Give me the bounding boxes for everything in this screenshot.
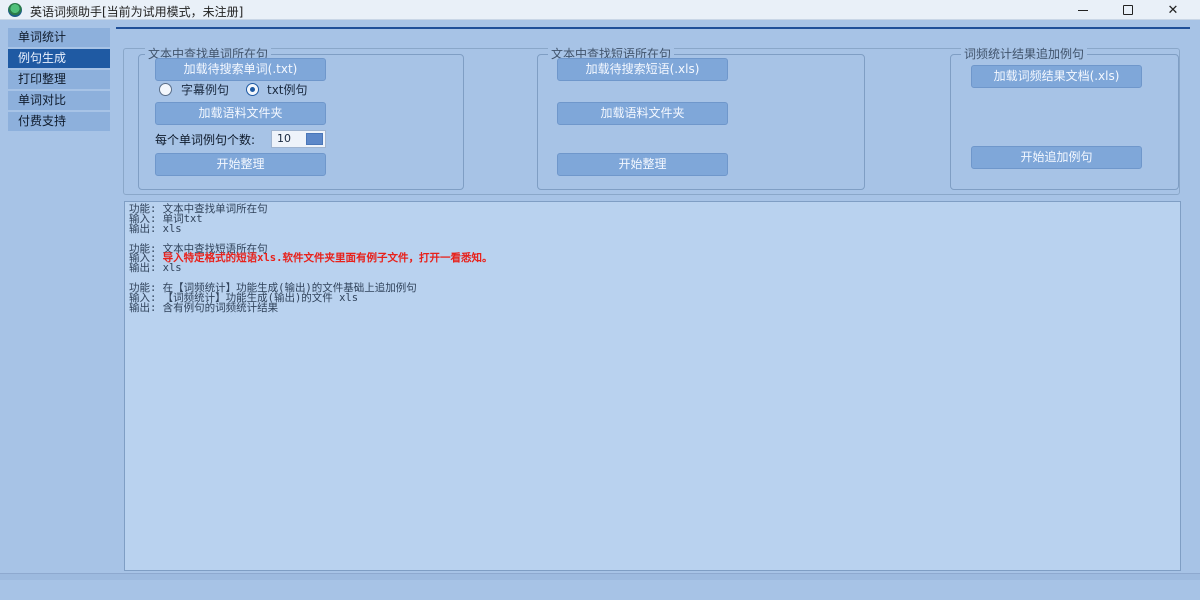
sidebar-item-word-stats[interactable]: 单词统计 [8,28,110,47]
status-bar [0,573,1200,580]
sidebar-item-print-organize[interactable]: 打印整理 [8,70,110,89]
minimize-icon [1078,9,1088,11]
info-highlight-text: 导入特定格式的短语xls.软件文件夹里面有例子文件，打开一看悉知。 [162,252,493,265]
append-examples-legend: 词频统计结果追加例句 [961,46,1088,62]
sidebar: 单词统计 例句生成 打印整理 单词对比 付费支持 [8,28,110,133]
header-accent-line [116,27,1190,29]
close-button[interactable]: ✕ [1150,0,1196,20]
info-line: 输入: 导入特定格式的短语xls.软件文件夹里面有例子文件，打开一看悉知。 [129,252,493,265]
example-count-value: 10 [277,132,291,145]
info-line: 输入: 【词频统计】功能生成(输出)的文件 xls [129,292,359,305]
close-icon: ✕ [1167,2,1179,18]
sentence-source-radio-group: 字幕例句 txt例句 [159,82,359,98]
stepper-handle[interactable] [306,133,323,145]
start-append-examples-button[interactable]: 开始追加例句 [971,146,1142,169]
subtitle-sentences-label[interactable]: 字幕例句 [181,82,229,98]
main-window: 单词统计 例句生成 打印整理 单词对比 付费支持 文本中查找单词所在句 文本中查… [0,20,1200,600]
example-count-label: 每个单词例句个数: [155,133,256,147]
subtitle-sentences-radio[interactable] [159,83,172,96]
load-corpus-folder-button[interactable]: 加载语料文件夹 [155,102,326,125]
app-logo-icon [8,3,22,17]
info-line: 输入: 单词txt [129,212,203,225]
maximize-button[interactable] [1105,0,1151,20]
start-word-organize-button[interactable]: 开始整理 [155,153,326,176]
maximize-icon [1123,5,1133,15]
title-bar: 英语词频助手[当前为试用模式，未注册] ✕ [0,0,1200,20]
minimize-button[interactable] [1060,0,1106,20]
txt-sentences-radio[interactable] [246,83,259,96]
sidebar-item-paid-support[interactable]: 付费支持 [8,112,110,131]
start-phrase-organize-button[interactable]: 开始整理 [557,153,728,176]
window-title: 英语词频助手[当前为试用模式，未注册] [30,5,244,19]
load-phrase-corpus-folder-button[interactable]: 加载语料文件夹 [557,102,728,125]
info-line: 输出: 含有例句的词频统计结果 [129,301,279,314]
load-frequency-result-button[interactable]: 加载词频结果文档(.xls) [971,65,1142,88]
info-line: 功能: 文本中查找单词所在句 [129,203,268,215]
info-line [129,235,1176,245]
info-line: 输出: xls [129,262,182,275]
load-phrases-button[interactable]: 加载待搜索短语(.xls) [557,58,728,81]
info-textarea[interactable]: 功能: 文本中查找单词所在句 输入: 单词txt 输出: xls 功能: 文本中… [124,201,1181,571]
load-words-button[interactable]: 加载待搜索单词(.txt) [155,58,326,81]
info-line: 输出: xls [129,222,182,235]
sidebar-item-word-compare[interactable]: 单词对比 [8,91,110,110]
example-count-stepper[interactable]: 10 [271,130,326,148]
txt-sentences-label[interactable]: txt例句 [267,82,308,98]
sidebar-item-example-generation[interactable]: 例句生成 [8,49,110,68]
